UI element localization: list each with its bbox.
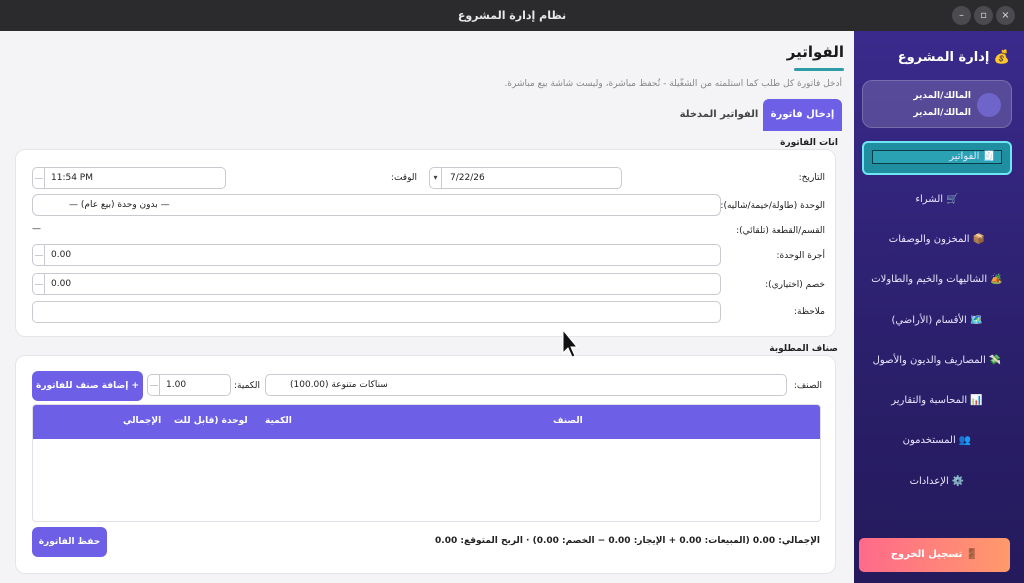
page-title: الفواتير: [786, 43, 844, 61]
unit-fee-value: 0.00: [51, 250, 72, 260]
window-title: نظام إدارة المشروع: [457, 9, 567, 22]
unit-fee-label: أجرة الوحدة:: [776, 251, 825, 261]
discount-field[interactable]: 0.00: [32, 273, 721, 295]
title-bar: نظام إدارة المشروع – ▫ ×: [0, 0, 1024, 31]
page-subtitle: أدخل فاتورة كل طلب كما استلمته من الشغّي…: [504, 79, 842, 89]
item-select[interactable]: سناكات متنوعة (100.00): [265, 374, 787, 396]
save-invoice-button[interactable]: حفظ الفاتورة: [32, 527, 107, 557]
tab-invoice-entry[interactable]: إدخال فاتورة: [763, 99, 842, 131]
user-card: المالك/المدير المالك/المدير: [862, 80, 1012, 128]
date-value: 7/22/26: [450, 173, 485, 183]
qty-label: الكمية:: [234, 381, 260, 391]
avatar: [977, 93, 1001, 117]
sidebar-item-invoices[interactable]: 🧾 الفواتير: [862, 141, 1012, 175]
time-field[interactable]: 11:54 PM: [32, 167, 226, 189]
qty-spinner[interactable]: [148, 375, 160, 395]
user-name: المالك/المدير: [913, 91, 971, 101]
unit-select[interactable]: — بدون وحدة (بيع عام) —: [32, 194, 721, 216]
mouse-cursor-icon: [562, 329, 578, 358]
sidebar-item-sections[interactable]: 🗺️ الأقسام (الأراضي): [862, 306, 1012, 336]
date-label: التاريخ:: [798, 173, 825, 183]
column-item: الصنف: [553, 416, 583, 426]
sidebar: 💰 إدارة المشروع المالك/المدير المالك/الم…: [854, 31, 1024, 583]
invoice-section-title: انات الفاتورة: [780, 138, 838, 148]
unit-label: الوحدة (طاولة/خيمة/شاليه):: [720, 201, 825, 211]
sidebar-item-inventory[interactable]: 📦 المخزون والوصفات: [862, 225, 1012, 255]
sidebar-item-users[interactable]: 👥 المستخدمون: [862, 426, 1012, 456]
sidebar-item-expenses[interactable]: 💸 المصاريف والديون والأصول: [862, 346, 1012, 376]
maximize-button[interactable]: ▫: [974, 6, 993, 25]
qty-value: 1.00: [166, 380, 187, 390]
sidebar-item-chalets[interactable]: 🏕️ الشاليهات والخيم والطاولات: [862, 265, 1012, 295]
app-window: نظام إدارة المشروع – ▫ × 💰 إدارة المشروع…: [0, 0, 1024, 583]
logout-button[interactable]: 🚪 تسجيل الخروج: [859, 538, 1010, 572]
minimize-button[interactable]: –: [952, 6, 971, 25]
column-total: الإجمالي: [123, 416, 162, 426]
title-underline: [794, 68, 844, 71]
sidebar-item-settings[interactable]: ⚙️ الإعدادات: [862, 467, 1012, 497]
discount-label: خصم (اختياري):: [765, 280, 825, 290]
sidebar-item-label: 🧾 الفواتير: [872, 150, 1002, 164]
discount-spinner[interactable]: [33, 274, 45, 294]
unit-fee-spinner[interactable]: [33, 245, 45, 265]
qty-field[interactable]: 1.00: [147, 374, 231, 396]
main-content: الفواتير أدخل فاتورة كل طلب كما استلمته …: [0, 31, 854, 583]
user-role: المالك/المدير: [913, 108, 971, 118]
chevron-down-icon[interactable]: ▾: [430, 168, 442, 188]
item-label: الصنف:: [793, 381, 822, 391]
time-value: 11:54 PM: [51, 173, 93, 183]
section-value: —: [32, 224, 41, 234]
note-field[interactable]: [32, 301, 721, 323]
column-per-unit: لوحدة (قابل للت: [174, 416, 248, 426]
invoice-details-card: التاريخ: ▾ 7/22/26 الوقت: 11:54 PM الوحد…: [15, 149, 836, 337]
section-label: القسم/القطعة (تلقائي):: [736, 226, 825, 236]
add-item-button[interactable]: + إضافة صنف للفاتورة: [32, 371, 143, 401]
items-table: الصنف الكمية لوحدة (قابل للت الإجمالي: [32, 404, 821, 522]
table-header: الصنف الكمية لوحدة (قابل للت الإجمالي: [33, 405, 820, 439]
note-label: ملاحظة:: [794, 307, 825, 317]
sidebar-item-accounting[interactable]: 📊 المحاسبة والتقارير: [862, 386, 1012, 416]
column-qty: الكمية: [265, 416, 292, 426]
item-value: سناكات متنوعة (100.00): [290, 380, 388, 390]
invoice-summary: الإجمالي: 0.00 (المبيعات: 0.00 + الإيجار…: [435, 536, 820, 546]
time-label: الوقت:: [390, 173, 417, 183]
close-button[interactable]: ×: [996, 6, 1015, 25]
app-title: 💰 إدارة المشروع: [897, 50, 1010, 65]
sidebar-item-purchases[interactable]: 🛒 الشراء: [862, 185, 1012, 215]
date-field[interactable]: ▾ 7/22/26: [429, 167, 622, 189]
time-spinner[interactable]: [33, 168, 45, 188]
unit-value: — بدون وحدة (بيع عام) —: [69, 200, 170, 210]
items-section-title: صناف المطلوبة: [769, 344, 838, 354]
discount-value: 0.00: [51, 279, 72, 289]
tab-entered-invoices[interactable]: الفواتير المدخلة: [679, 99, 759, 131]
unit-fee-field[interactable]: 0.00: [32, 244, 721, 266]
